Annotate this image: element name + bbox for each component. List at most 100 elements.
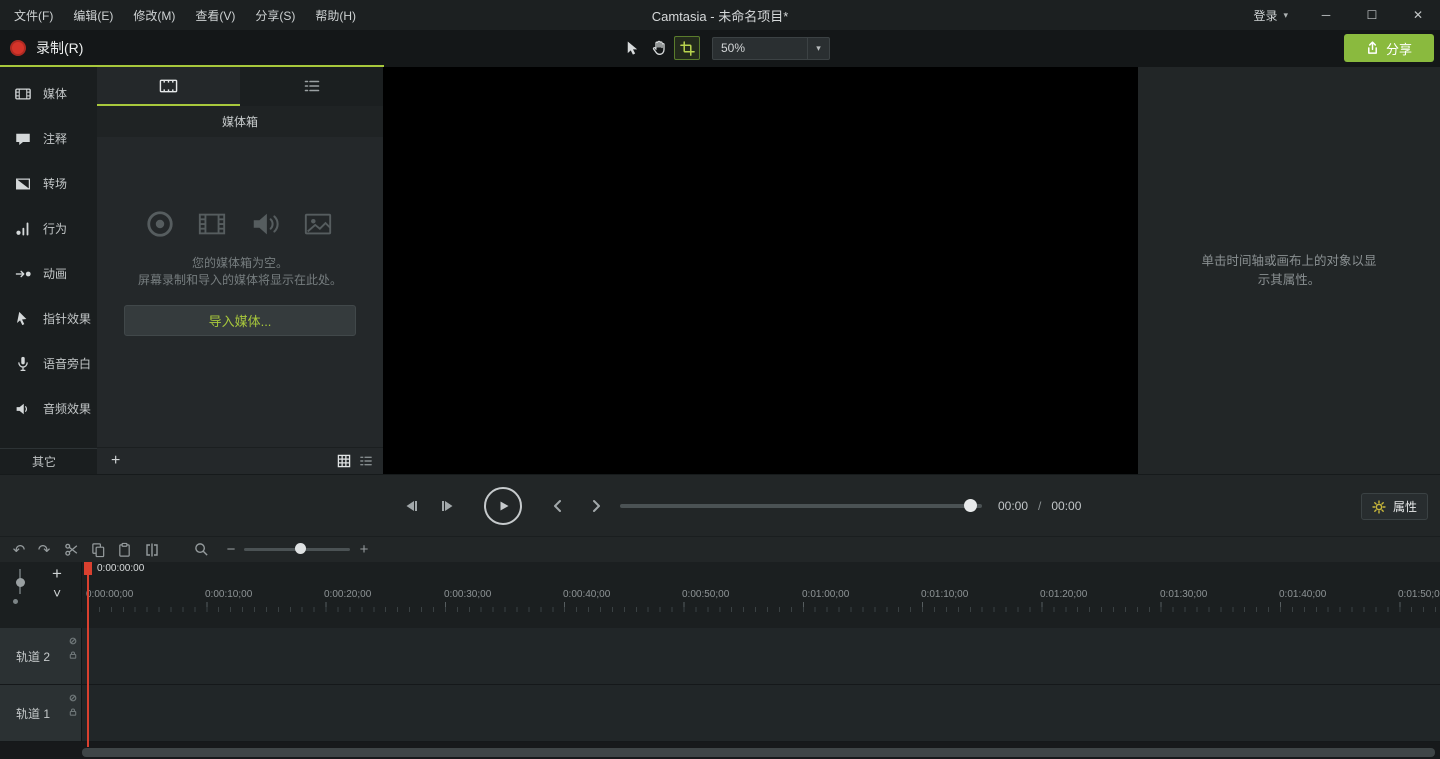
total-time: 00:00 [1051,499,1081,513]
next-frame-button[interactable] [436,494,460,518]
add-media-button[interactable]: + [111,452,120,470]
seek-track[interactable] [620,504,982,508]
track-row: 轨道 2 [0,628,1440,685]
copy-button[interactable] [87,537,109,562]
collapse-tracks-button[interactable]: ˅ [53,585,61,601]
sidebar-item-voice-narration[interactable]: 语音旁白 [0,341,97,386]
import-media-button[interactable]: 导入媒体... [124,305,356,336]
time-divider: / [1038,499,1041,513]
undo-button[interactable]: ↶ [8,537,30,562]
cut-button[interactable] [60,537,82,562]
split-button[interactable] [141,537,163,562]
canvas-zoom-select[interactable]: 50% ▾ [712,37,830,60]
empty-media-icons [145,209,335,239]
login-menu[interactable]: 登录 ▾ [1253,7,1288,24]
track-visibility-icon[interactable] [69,637,77,645]
view-toggles [337,454,373,468]
add-track-button[interactable]: + [52,564,62,584]
media-bin-empty-state: 您的媒体箱为空。 屏幕录制和导入的媒体将显示在此处。 导入媒体... [97,209,383,336]
menu-modify[interactable]: 修改(M) [133,7,175,24]
sidebar-item-label: 转场 [43,175,67,192]
cursor-effects-icon [13,310,33,328]
login-label: 登录 [1253,7,1277,24]
canvas[interactable] [383,67,1138,474]
menu-help[interactable]: 帮助(H) [315,7,356,24]
paste-button[interactable] [113,537,135,562]
cursor-arrow-icon [624,40,639,56]
track-height-handle[interactable] [16,578,25,587]
share-label: 分享 [1386,39,1412,58]
ruler-tick-label: 0:00:50;00 [682,589,729,600]
tab-media-bin[interactable] [97,67,240,106]
menu-share[interactable]: 分享(S) [255,7,295,24]
seek-handle[interactable] [964,499,977,512]
menu-view[interactable]: 查看(V) [195,7,235,24]
track-2-lane[interactable] [82,628,1440,685]
timeline-horizontal-scrollbar[interactable] [82,748,1435,757]
grid-view-button[interactable] [337,454,351,468]
speaker-icon [13,400,33,418]
microphone-icon [13,355,33,373]
select-tool-button[interactable] [618,36,644,60]
gear-icon [1372,500,1386,514]
sidebar-item-media[interactable]: 媒体 [0,71,97,116]
track-visibility-icon[interactable] [69,694,77,702]
transition-icon [13,175,33,193]
minimize-button[interactable]: ─ [1318,8,1334,22]
share-button[interactable]: 分享 [1344,34,1434,62]
previous-frame-button[interactable] [398,494,422,518]
crop-tool-button[interactable] [674,36,700,60]
track-1-header[interactable]: 轨道 1 [0,685,82,742]
close-button[interactable]: ✕ [1410,8,1426,22]
sidebar-item-transitions[interactable]: 转场 [0,161,97,206]
list-view-button[interactable] [359,454,373,468]
sidebar-item-cursor-effects[interactable]: 指针效果 [0,296,97,341]
track-lock-icon[interactable] [69,708,77,716]
ruler-tick-label: 0:01:10;00 [921,589,968,600]
zoom-in-button[interactable]: + [355,537,373,562]
sidebar-item-animations[interactable]: 动画 [0,251,97,296]
sidebar-item-more[interactable]: 其它 [0,448,97,474]
sidebar-item-behaviors[interactable]: 行为 [0,206,97,251]
redo-button[interactable]: ↷ [33,537,55,562]
timeline-head-controls: + ˅ [0,562,82,612]
scrollbar-thumb[interactable] [82,748,1435,757]
menu-file[interactable]: 文件(F) [14,7,53,24]
sidebar-item-audio-effects[interactable]: 音频效果 [0,386,97,431]
crop-icon [680,41,695,56]
pan-tool-button[interactable] [646,36,672,60]
ruler-tick-label: 0:01:30;00 [1160,589,1207,600]
record-button[interactable]: 录制(R) [10,30,83,65]
empty-media-text: 您的媒体箱为空。 屏幕录制和导入的媒体将显示在此处。 [138,255,342,289]
zoom-slider-handle[interactable] [295,543,306,554]
properties-button-label: 属性 [1393,498,1417,515]
sidebar-item-label: 注释 [43,130,67,147]
track-row: 轨道 1 [0,685,1440,742]
properties-button[interactable]: 属性 [1361,493,1428,520]
tab-library[interactable] [240,67,383,106]
playhead[interactable]: 0:00:00:00 [87,562,89,747]
menubar: 文件(F) 编辑(E) 修改(M) 查看(V) 分享(S) 帮助(H) Camt… [0,0,1440,30]
track-header-icons [69,694,77,716]
sidebar-item-label: 行为 [43,220,67,237]
track-height-slider[interactable] [12,569,28,609]
sidebar-item-annotations[interactable]: 注释 [0,116,97,161]
more-label: 其它 [32,453,56,470]
timeline-ruler[interactable]: 0:00:00;00 0:00:10;00 0:00:20;00 0:00:30… [82,562,1440,612]
media-icon [13,85,33,103]
track-name: 轨道 2 [16,648,50,665]
jump-back-button[interactable] [546,494,570,518]
canvas-tools: 50% ▾ [618,36,830,60]
zoom-out-button[interactable]: − [222,537,240,562]
maximize-button[interactable]: ☐ [1364,8,1380,22]
jump-forward-button[interactable] [584,494,608,518]
media-bin-tabs [97,67,383,106]
menu-edit[interactable]: 编辑(E) [73,7,113,24]
track-2-header[interactable]: 轨道 2 [0,628,82,685]
track-lock-icon[interactable] [69,651,77,659]
main-area: 媒体 注释 转场 行为 [0,67,1440,474]
ruler-tick-label: 0:00:40;00 [563,589,610,600]
track-1-lane[interactable] [82,685,1440,742]
window-controls: ─ ☐ ✕ [1318,8,1426,22]
play-button[interactable] [484,487,522,525]
